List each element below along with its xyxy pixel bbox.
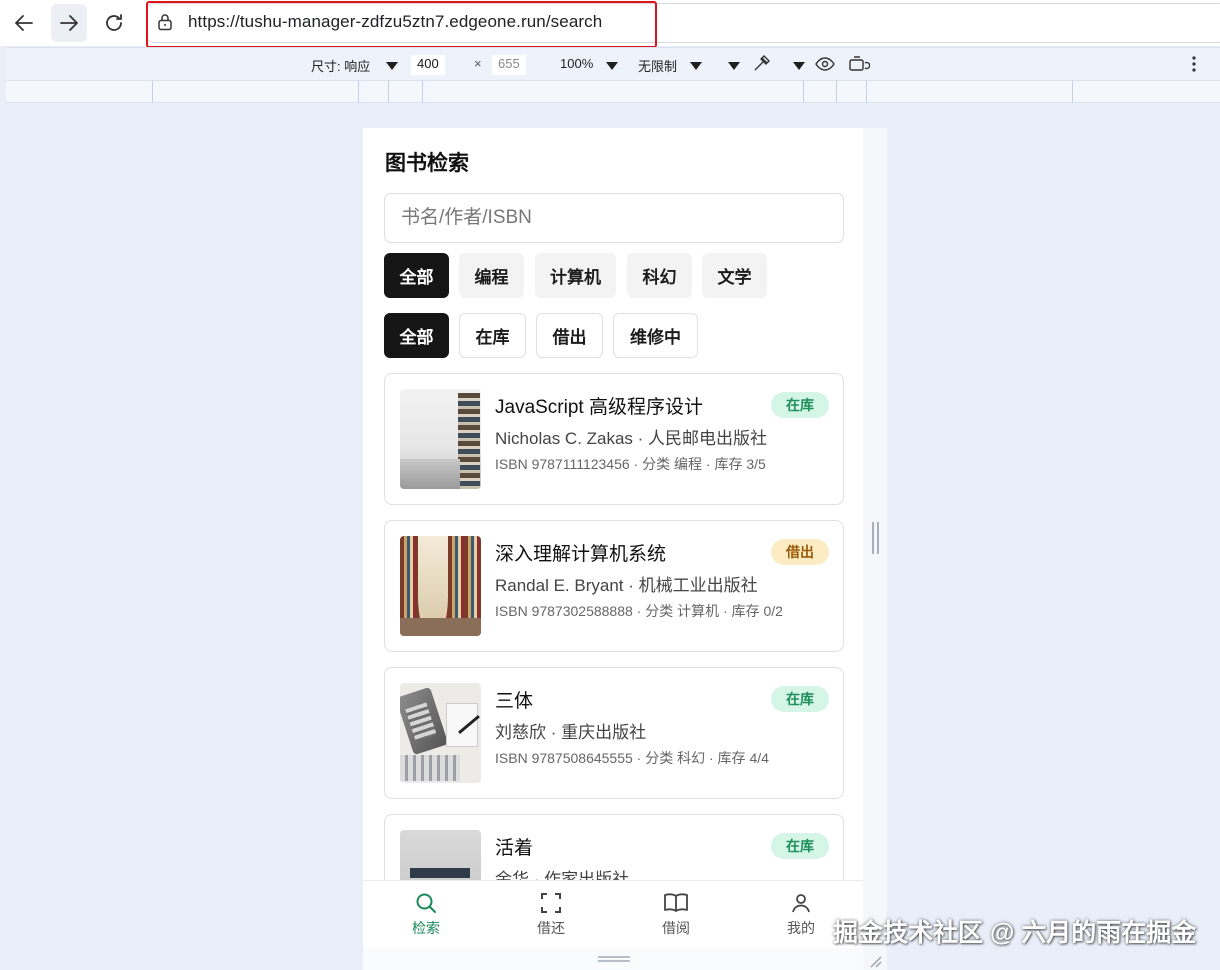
category-chip-all[interactable]: 全部 (384, 253, 449, 298)
search-icon (416, 893, 436, 913)
resize-handle-right[interactable] (872, 522, 879, 554)
zoom-select[interactable]: 100% (560, 56, 593, 71)
resize-handle-bottom[interactable] (598, 956, 630, 962)
tab-label: 检索 (412, 920, 440, 936)
book-meta: ISBN 9787508645555 · 分类 科幻 · 库存 4/4 (495, 750, 769, 766)
search-box[interactable] (384, 193, 844, 243)
resize-corner-icon[interactable] (866, 952, 882, 968)
search-input[interactable] (385, 194, 843, 242)
status-chip-borrowed[interactable]: 借出 (536, 313, 603, 358)
width-input[interactable]: 400 (411, 55, 445, 75)
tab-profile[interactable]: 我的 (761, 891, 841, 938)
status-chip-repair[interactable]: 维修中 (613, 313, 698, 358)
book-meta: ISBN 9787111123456 · 分类 编程 · 库存 3/5 (495, 456, 766, 472)
book-title: 三体 (495, 691, 534, 712)
status-badge: 借出 (771, 539, 829, 565)
tab-label: 我的 (787, 920, 815, 936)
bottom-tab-bar: 检索 借还 借阅 我的 (363, 880, 863, 948)
viewport-bottom-edge (363, 948, 863, 970)
chevron-down-icon[interactable] (793, 62, 805, 70)
scan-icon (541, 893, 561, 913)
tab-label: 借还 (537, 920, 565, 936)
chevron-down-icon[interactable] (386, 62, 398, 70)
height-input[interactable]: 655 (492, 55, 526, 75)
dimension-select[interactable]: 尺寸: 响应 (311, 56, 370, 75)
tab-borrowing[interactable]: 借阅 (636, 891, 716, 938)
more-options-icon[interactable] (1190, 55, 1198, 73)
eyedropper-icon[interactable] (751, 54, 771, 74)
book-open-icon (664, 893, 688, 912)
tab-borrow-return[interactable]: 借还 (511, 891, 591, 938)
watermark: 掘金技术社区 @ 六月的雨在掘金 (833, 919, 1197, 947)
book-author: Nicholas C. Zakas · 人民邮电出版社 (495, 429, 768, 448)
chevron-down-icon[interactable] (690, 62, 702, 70)
mobile-viewport: 图书检索 全部 编程 计算机 科幻 文学 全部 在库 借出 维修中 JavaSc… (363, 128, 863, 970)
back-button[interactable] (6, 4, 42, 42)
browser-toolbar: https://tushu-manager-zdfzu5ztn7.edgeone… (0, 0, 1220, 48)
book-cover-image (400, 683, 481, 783)
book-card[interactable]: 三体 刘慈欣 · 重庆出版社 ISBN 9787508645555 · 分类 科… (384, 667, 844, 799)
tab-search[interactable]: 检索 (386, 891, 466, 938)
forward-button[interactable] (51, 4, 87, 42)
throttle-select[interactable]: 无限制 (638, 56, 677, 75)
book-meta: ISBN 9787302588888 · 分类 计算机 · 库存 0/2 (495, 603, 783, 619)
device-toolbar: 尺寸: 响应 400 × 655 100% 无限制 (6, 47, 1220, 80)
media-query-ruler (6, 80, 1220, 103)
book-cover-image (400, 536, 481, 636)
reload-button[interactable] (96, 4, 132, 42)
book-author: 刘慈欣 · 重庆出版社 (495, 723, 647, 742)
status-chip-in-stock[interactable]: 在库 (459, 313, 526, 358)
category-chip-scifi[interactable]: 科幻 (627, 253, 692, 298)
book-title: 活着 (495, 838, 534, 859)
category-chip-computer[interactable]: 计算机 (535, 253, 616, 298)
arrow-left-icon (15, 15, 33, 31)
chevron-down-icon[interactable] (606, 62, 618, 70)
book-cover-image (400, 389, 481, 489)
book-card[interactable]: JavaScript 高级程序设计 Nicholas C. Zakas · 人民… (384, 373, 844, 505)
book-title: 深入理解计算机系统 (495, 544, 667, 565)
status-chip-all[interactable]: 全部 (384, 313, 449, 358)
book-card[interactable]: 深入理解计算机系统 Randal E. Bryant · 机械工业出版社 ISB… (384, 520, 844, 652)
rotate-device-icon[interactable] (848, 55, 870, 73)
tab-label: 借阅 (662, 920, 690, 936)
status-badge: 在库 (771, 392, 829, 418)
arrow-right-icon (60, 15, 78, 31)
status-badge: 在库 (771, 686, 829, 712)
book-author: Randal E. Bryant · 机械工业出版社 (495, 576, 758, 595)
category-chip-literature[interactable]: 文学 (702, 253, 767, 298)
user-icon (792, 894, 810, 913)
times-sign: × (474, 56, 482, 71)
eye-icon[interactable] (815, 56, 835, 72)
status-badge: 在库 (771, 833, 829, 859)
url-text[interactable]: https://tushu-manager-zdfzu5ztn7.edgeone… (188, 12, 602, 32)
category-chip-programming[interactable]: 编程 (459, 253, 524, 298)
page-title: 图书检索 (385, 152, 469, 175)
reload-icon (106, 14, 122, 31)
chevron-down-icon[interactable] (728, 62, 740, 70)
lock-icon (158, 14, 172, 31)
book-title: JavaScript 高级程序设计 (495, 397, 703, 418)
